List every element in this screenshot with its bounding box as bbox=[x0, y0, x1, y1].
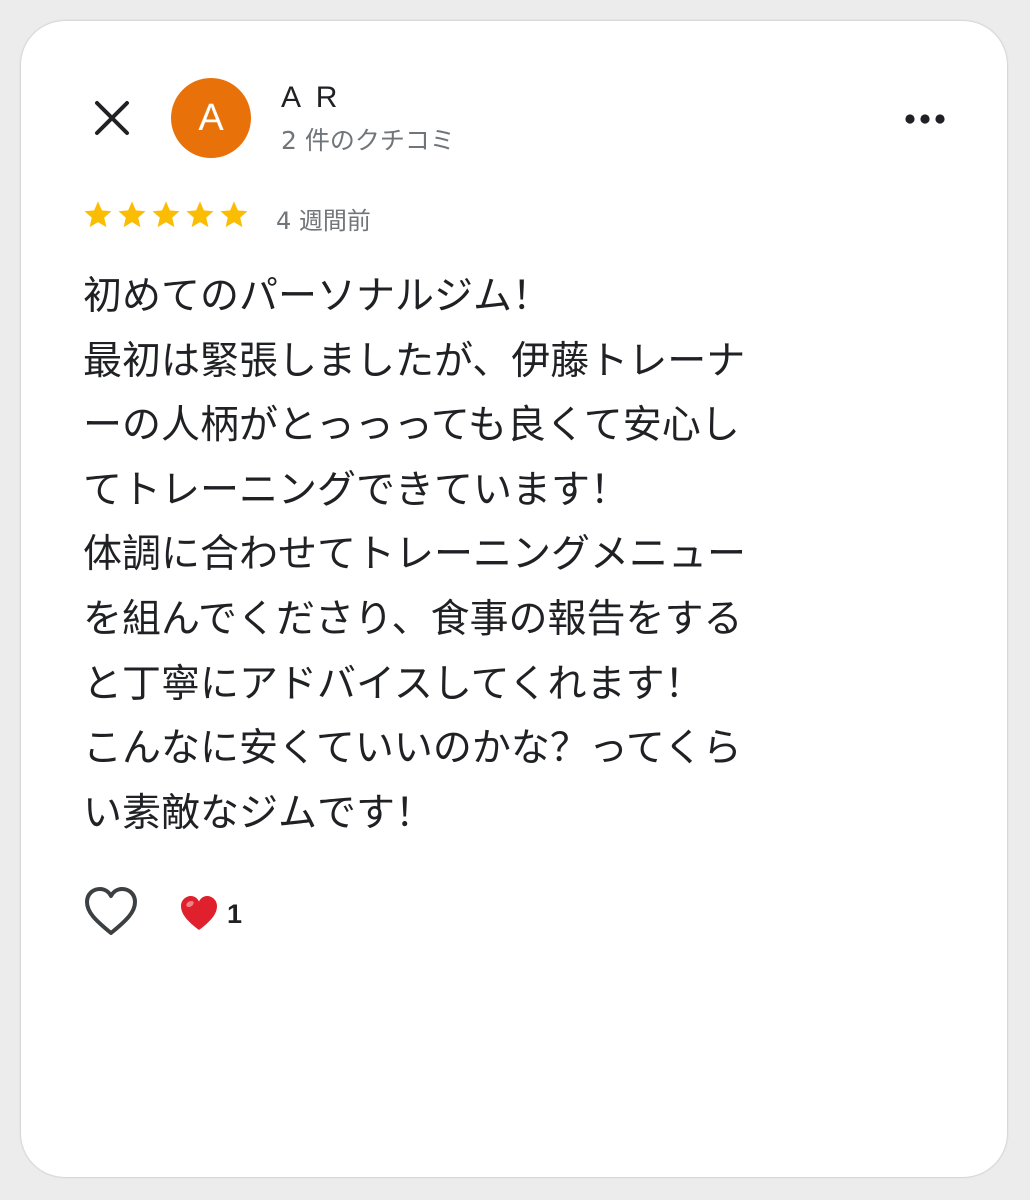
avatar-letter: A bbox=[198, 96, 224, 139]
review-text: 初めてのパーソナルジム！ 最初は緊張しましたが、伊藤トレーナ ーの人柄がとっっっ… bbox=[83, 265, 943, 846]
star-rating bbox=[83, 200, 249, 230]
review-text-line: と丁寧にアドバイスしてくれます！ bbox=[83, 661, 704, 707]
review-text-line: い素敵なジムです！ bbox=[83, 790, 435, 836]
heart-outline-icon[interactable] bbox=[83, 886, 139, 938]
review-text-line: こんなに安くていいのかな？ってくら bbox=[83, 726, 742, 772]
review-text-line: ーの人柄がとっっっても良くて安心し bbox=[83, 403, 740, 449]
more-horizontal-icon[interactable] bbox=[901, 105, 949, 133]
review-card: A A R 2 件のクチコミ 4 週間前 初めてのパーソナルジム！ 最初は緊張し… bbox=[21, 21, 1007, 1177]
review-text-line: 体調に合わせてトレーニングメニュー bbox=[83, 532, 747, 578]
close-icon[interactable] bbox=[87, 93, 137, 143]
review-text-line: てトレーニングできています！ bbox=[83, 467, 630, 513]
reaction-summary[interactable]: 1 bbox=[179, 895, 242, 933]
author-name[interactable]: A R bbox=[281, 81, 341, 115]
review-time: 4 週間前 bbox=[276, 207, 371, 235]
star-icon bbox=[152, 201, 180, 228]
reaction-count: 1 bbox=[227, 898, 243, 929]
review-text-line: 最初は緊張しましたが、伊藤トレーナ bbox=[83, 338, 746, 384]
author-review-count: 2 件のクチコミ bbox=[281, 126, 455, 155]
star-icon bbox=[84, 201, 112, 228]
star-icon bbox=[220, 201, 248, 228]
star-icon bbox=[186, 201, 214, 228]
avatar[interactable]: A bbox=[171, 78, 251, 158]
red-heart-icon bbox=[181, 896, 217, 930]
review-text-line: を組んでくださり、食事の報告をする bbox=[83, 596, 743, 642]
star-icon bbox=[118, 201, 146, 228]
review-text-line: 初めてのパーソナルジム！ bbox=[83, 274, 552, 319]
